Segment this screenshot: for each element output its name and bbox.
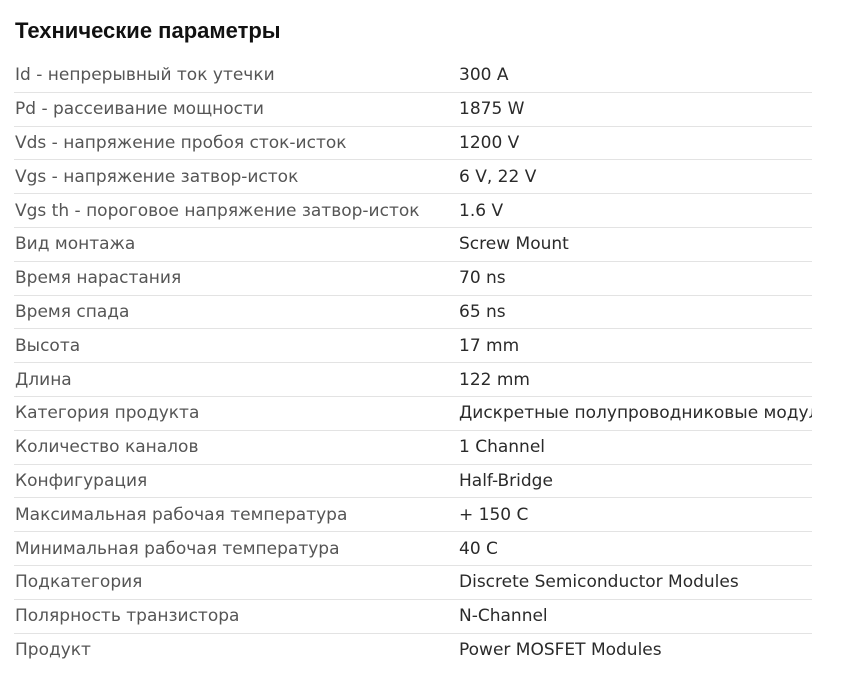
spec-name: Vgs - напряжение затвор-исток xyxy=(15,166,299,187)
spec-row: Количество каналов 1 Channel xyxy=(14,431,812,465)
spec-row: Категория продукта Дискретные полупровод… xyxy=(14,397,812,431)
spec-name: Длина xyxy=(15,369,72,390)
spec-value: Discrete Semiconductor Modules xyxy=(459,572,739,593)
spec-row: Vds - напряжение пробоя сток-исток 1200 … xyxy=(14,127,812,161)
spec-value: 1875 W xyxy=(459,99,525,120)
spec-row: Конфигурация Half-Bridge xyxy=(14,465,812,499)
spec-value: Screw Mount xyxy=(459,234,569,255)
spec-row: Id - непрерывный ток утечки 300 A xyxy=(14,59,812,93)
spec-table: Id - непрерывный ток утечки 300 A Pd - р… xyxy=(14,59,812,667)
spec-name: Высота xyxy=(15,335,81,356)
spec-row: Время спада 65 ns xyxy=(14,296,812,330)
spec-row: Минимальная рабочая температура 40 C xyxy=(14,532,812,566)
spec-row: Pd - рассеивание мощности 1875 W xyxy=(14,93,812,127)
spec-value: N-Channel xyxy=(459,606,548,627)
spec-name: Минимальная рабочая температура xyxy=(15,538,340,559)
spec-value: 40 C xyxy=(459,538,498,559)
spec-name: Id - непрерывный ток утечки xyxy=(15,65,275,86)
spec-row: Время нарастания 70 ns xyxy=(14,262,812,296)
spec-name: Vgs th - пороговое напряжение затвор-ист… xyxy=(15,200,420,221)
spec-panel: Технические параметры Id - непрерывный т… xyxy=(0,0,843,683)
section-title: Технические параметры xyxy=(15,18,281,43)
spec-row: Высота 17 mm xyxy=(14,329,812,364)
spec-name: Время нарастания xyxy=(15,268,182,289)
spec-name: Pd - рассеивание мощности xyxy=(15,99,264,120)
spec-name: Время спада xyxy=(15,301,130,322)
spec-name: Конфигурация xyxy=(15,470,148,491)
spec-name: Продукт xyxy=(15,640,91,661)
spec-row: Продукт Power MOSFET Modules xyxy=(14,634,812,668)
spec-row: Длина 122 mm xyxy=(14,363,812,397)
spec-name: Вид монтажа xyxy=(15,234,136,255)
spec-row: Максимальная рабочая температура + 150 C xyxy=(14,498,812,533)
spec-value: Дискретные полупроводниковые модули xyxy=(459,403,812,424)
spec-value: 1 Channel xyxy=(459,437,546,458)
spec-row: Vgs - напряжение затвор-исток 6 V, 22 V xyxy=(14,160,812,195)
spec-value: 70 ns xyxy=(459,268,506,289)
spec-value: Power MOSFET Modules xyxy=(459,640,662,661)
spec-name: Количество каналов xyxy=(15,437,199,458)
spec-name: Vds - напряжение пробоя сток-исток xyxy=(15,132,347,153)
spec-value: Half-Bridge xyxy=(459,470,553,491)
spec-value: 300 A xyxy=(459,65,509,86)
spec-value: 65 ns xyxy=(459,301,506,322)
spec-name: Категория продукта xyxy=(15,403,200,424)
spec-name: Максимальная рабочая температура xyxy=(15,504,348,525)
spec-value: 6 V, 22 V xyxy=(459,166,537,187)
spec-name: Подкатегория xyxy=(15,572,143,593)
spec-row: Подкатегория Discrete Semiconductor Modu… xyxy=(14,566,812,600)
spec-value: 1.6 V xyxy=(459,200,504,221)
spec-value: 122 mm xyxy=(459,369,530,390)
spec-row: Vgs th - пороговое напряжение затвор-ист… xyxy=(14,194,812,228)
spec-row: Вид монтажа Screw Mount xyxy=(14,228,812,262)
spec-name: Полярность транзистора xyxy=(15,606,240,627)
spec-value: 1200 V xyxy=(459,132,520,153)
spec-value: + 150 C xyxy=(459,504,529,525)
spec-row: Полярность транзистора N-Channel xyxy=(14,600,812,634)
spec-value: 17 mm xyxy=(459,335,520,356)
